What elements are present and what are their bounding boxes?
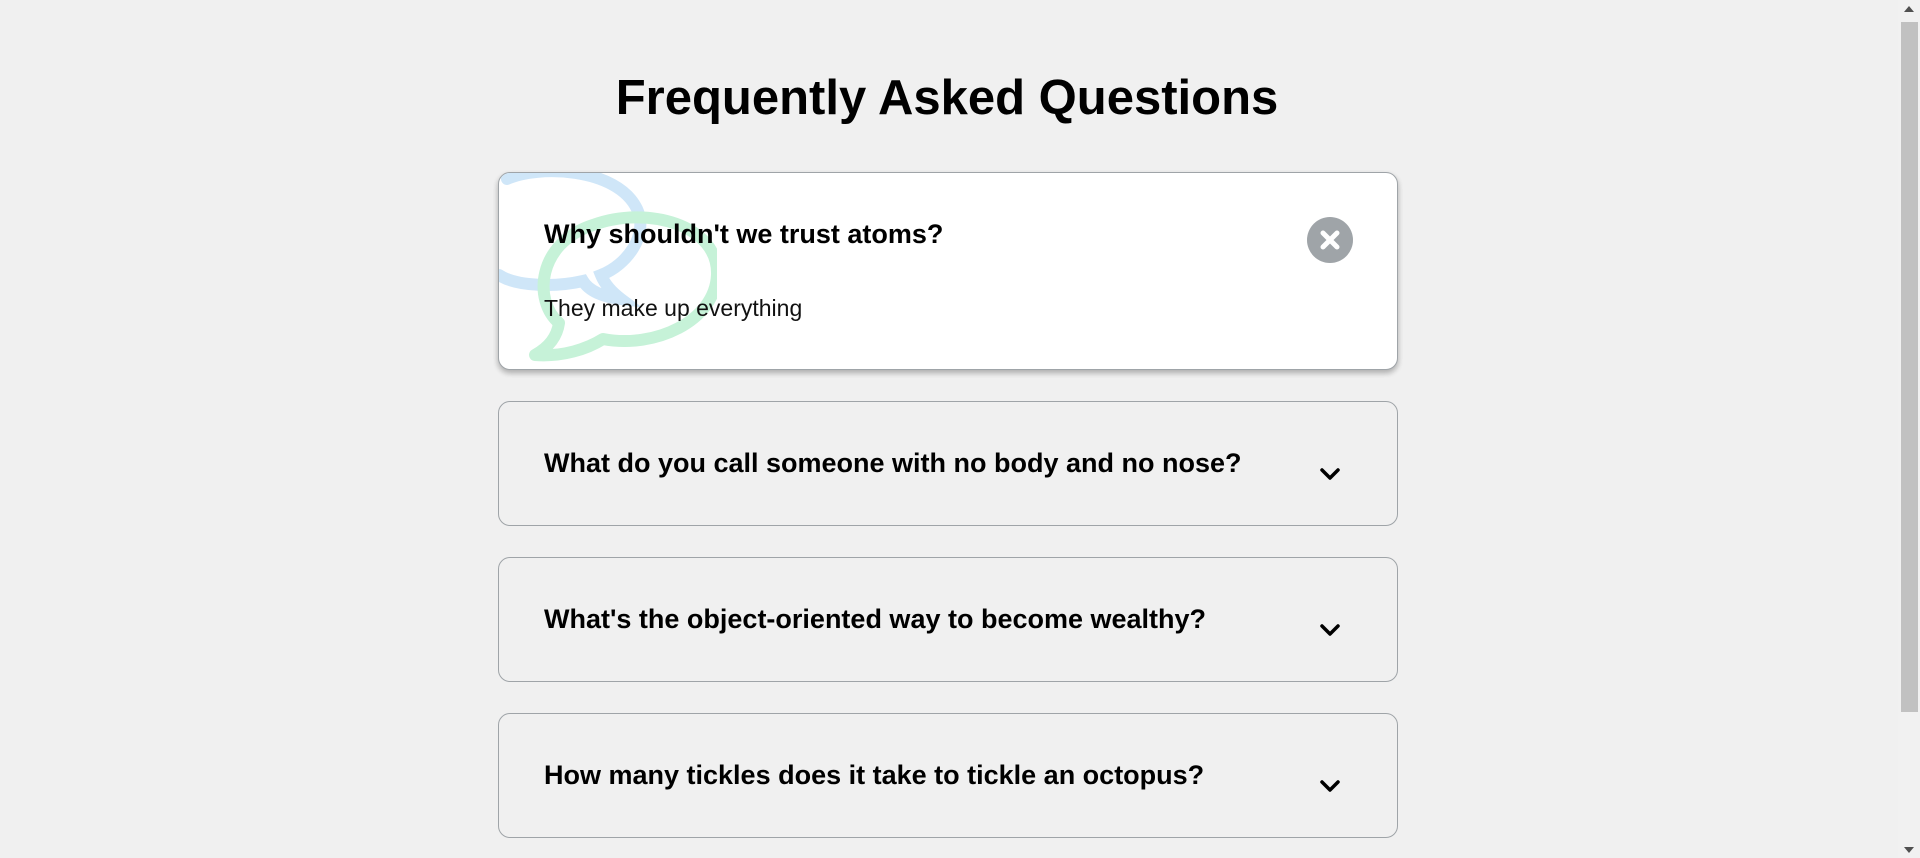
page-title: Frequently Asked Questions (615, 71, 1279, 125)
faq-toggle-button[interactable] (1307, 602, 1353, 648)
page-scrollbar[interactable] (1898, 0, 1920, 858)
faq-list: Why shouldn't we trust atoms? They make … (498, 172, 1398, 858)
triangle-down-icon (1904, 846, 1914, 853)
chevron-down-icon (1320, 624, 1340, 636)
faq-answer: They make up everything (544, 295, 803, 321)
chat-bubble-icon (499, 173, 717, 362)
faq-question: What's the object-oriented way to become… (544, 604, 1207, 634)
faq-item: What do you call someone with no body an… (498, 401, 1398, 526)
scroll-up-arrow[interactable] (1898, 0, 1920, 17)
faq-toggle-button[interactable] (1307, 446, 1353, 492)
chevron-down-icon (1320, 468, 1340, 480)
scroll-down-arrow[interactable] (1898, 841, 1920, 858)
faq-page: Frequently Asked Questions Why shouldn't… (0, 0, 1898, 858)
faq-question: How many tickles does it take to tickle … (544, 760, 1205, 790)
faq-question: What do you call someone with no body an… (544, 448, 1242, 478)
faq-question: Why shouldn't we trust atoms? (544, 219, 944, 249)
faq-toggle-button[interactable] (1307, 758, 1353, 804)
faq-item: What's the object-oriented way to become… (498, 557, 1398, 682)
close-icon (1320, 230, 1340, 250)
faq-item: Why shouldn't we trust atoms? They make … (498, 172, 1398, 370)
scroll-thumb[interactable] (1901, 22, 1918, 712)
faq-item: How many tickles does it take to tickle … (498, 713, 1398, 838)
triangle-up-icon (1904, 5, 1914, 12)
faq-toggle-button[interactable] (1307, 217, 1353, 263)
chevron-down-icon (1320, 780, 1340, 792)
